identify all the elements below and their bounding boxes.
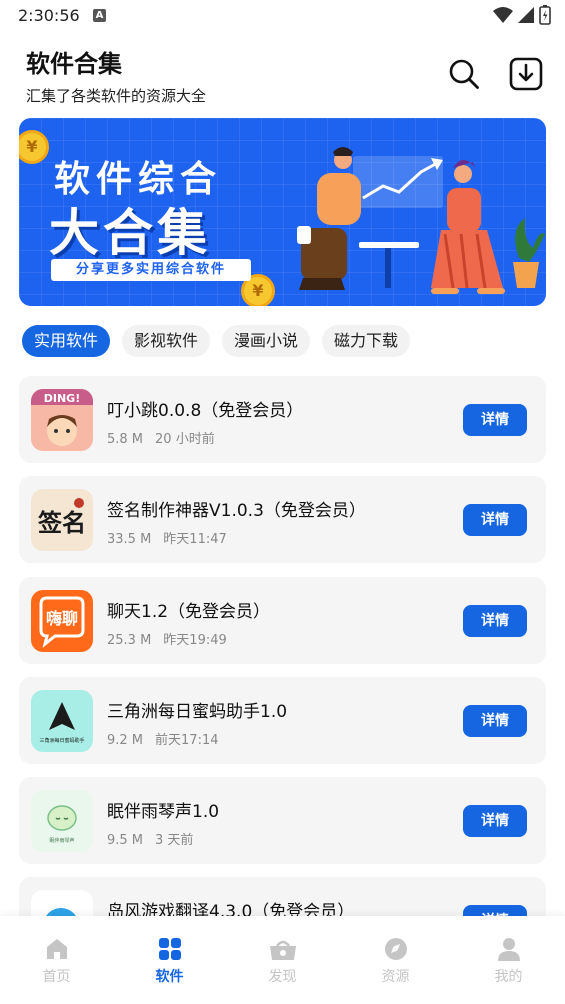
home-icon: [46, 939, 67, 959]
nav-home[interactable]: 首页: [0, 916, 113, 1004]
nav-resources-label: 资源: [381, 969, 410, 985]
app-size: 9.2 M: [107, 733, 144, 748]
app-meta: 33.5 M 昨天11:47: [107, 528, 227, 547]
app-icon-text: 三角洲每日蜜蚂助手: [39, 737, 84, 744]
app-meta: 9.5 M 3 天前: [107, 829, 193, 848]
app-size: 25.3 M: [107, 633, 152, 648]
app-card[interactable]: 签名 签名制作神器V1.0.3（免登会员） 33.5 M 昨天11:47 详情: [19, 476, 546, 563]
user-icon: [497, 938, 520, 961]
app-icon-sleep-rain: 眠伴雨琴声: [31, 790, 93, 852]
app-time: 3 天前: [155, 833, 194, 848]
app-name: 聊天1.2（免登会员）: [107, 602, 271, 622]
app-time: 前天17:14: [155, 733, 219, 748]
details-button[interactable]: 详情: [463, 605, 527, 637]
app-card[interactable]: 三角洲每日蜜蚂助手 三角洲每日蜜蚂助手1.0 9.2 M 前天17:14 详情: [19, 677, 546, 764]
app-icon-signature: 签名: [31, 489, 93, 551]
app-meta: 5.8 M 20 小时前: [107, 428, 215, 447]
details-button[interactable]: 详情: [463, 805, 527, 837]
nav-home-label: 首页: [42, 969, 71, 985]
nav-discover-label: 发现: [268, 969, 297, 985]
status-bar: 2:30:56 A: [0, 0, 565, 32]
grid-icon: [158, 938, 181, 960]
discover-icon: [269, 940, 296, 960]
page-title: 软件合集: [26, 50, 122, 78]
app-meta: 25.3 M 昨天19:49: [107, 629, 227, 648]
battery-icon: [539, 5, 551, 25]
app-icon-dingxiaotiao: DING!: [31, 389, 93, 451]
tab-practical-software[interactable]: 实用软件: [22, 325, 111, 357]
app-icon-text: 签名: [37, 508, 86, 537]
app-name: 眠伴雨琴声1.0: [107, 802, 220, 822]
app-card[interactable]: 眠伴雨琴声 眠伴雨琴声1.0 9.5 M 3 天前 详情: [19, 777, 546, 864]
promo-banner[interactable]: ¥ ¥ 软件综合 大合集 分享更多实用综合软件: [19, 118, 546, 306]
search-icon: [449, 59, 479, 89]
app-time: 昨天11:47: [163, 532, 227, 547]
category-tabs: 实用软件 影视软件 漫画小说 磁力下载: [22, 325, 411, 357]
app-icon-text: 嗨聊: [46, 609, 78, 628]
page-subtitle: 汇集了各类软件的资源大全: [26, 87, 207, 105]
app-card[interactable]: 嗨聊 聊天1.2（免登会员） 25.3 M 昨天19:49 详情: [19, 577, 546, 664]
details-button[interactable]: 详情: [463, 705, 527, 737]
banner-tagline: 分享更多实用综合软件: [51, 259, 251, 281]
app-icon-delta: 三角洲每日蜜蚂助手: [31, 690, 93, 752]
nav-resources[interactable]: 资源: [339, 916, 452, 1004]
app-name: 签名制作神器V1.0.3（免登会员）: [107, 501, 366, 521]
app-size: 9.5 M: [107, 833, 144, 848]
app-screen: 2:30:56 A 软件合集 汇集了各类软件的资源大全 ¥ ¥ 软件综合 大合集…: [0, 0, 565, 1004]
status-icons: [493, 5, 551, 25]
tab-comics-novels[interactable]: 漫画小说: [222, 325, 311, 357]
status-time: 2:30:56: [18, 6, 80, 25]
app-icon-chat: 嗨聊: [31, 590, 93, 652]
nav-profile[interactable]: 我的: [452, 916, 565, 1004]
compass-icon: [384, 938, 407, 960]
notification-icon: A: [93, 9, 106, 22]
app-size: 33.5 M: [107, 532, 152, 547]
app-size: 5.8 M: [107, 432, 144, 447]
nav-software-label: 软件: [155, 969, 184, 985]
app-meta: 9.2 M 前天17:14: [107, 729, 219, 748]
download-button[interactable]: [508, 56, 544, 92]
app-name: 叮小跳0.0.8（免登会员）: [107, 401, 304, 421]
nav-software[interactable]: 软件: [113, 916, 226, 1004]
bottom-nav: 首页 软件 发现 资源 我的: [0, 916, 565, 1004]
details-button[interactable]: 详情: [463, 404, 527, 436]
signal-icon: [518, 7, 534, 23]
tab-magnet-download[interactable]: 磁力下载: [322, 325, 411, 357]
app-card[interactable]: DING! 叮小跳0.0.8（免登会员） 5.8 M 20 小时前 详情: [19, 376, 546, 463]
nav-profile-label: 我的: [494, 969, 523, 985]
download-icon: [509, 57, 543, 91]
app-icon-text: DING!: [44, 392, 80, 405]
details-button[interactable]: 详情: [463, 504, 527, 536]
banner-illustration: [297, 147, 545, 294]
app-icon-text: 眠伴雨琴声: [49, 837, 74, 844]
banner-title-line2: 大合集: [49, 204, 211, 262]
app-time: 昨天19:49: [163, 633, 227, 648]
app-time: 20 小时前: [155, 432, 215, 447]
app-name: 三角洲每日蜜蚂助手1.0: [107, 702, 288, 722]
tab-video-software[interactable]: 影视软件: [122, 325, 211, 357]
wifi-icon: [493, 7, 513, 23]
nav-discover[interactable]: 发现: [226, 916, 339, 1004]
search-button[interactable]: [446, 56, 482, 92]
